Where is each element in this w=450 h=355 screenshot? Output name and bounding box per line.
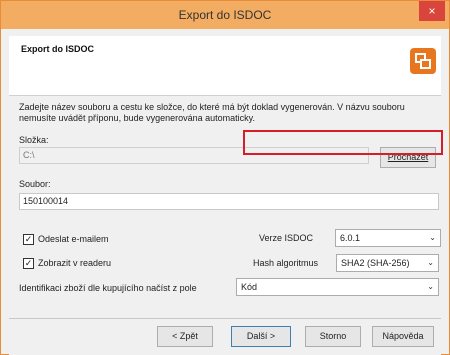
identify-label: Identifikaci zboží dle kupujícího načíst… <box>19 283 197 293</box>
identify-value: Kód <box>241 282 258 292</box>
version-highlight <box>243 130 443 155</box>
close-button[interactable]: × <box>419 1 445 21</box>
version-label: Verze ISDOC <box>259 233 314 243</box>
isdoc-logo-icon <box>410 48 436 74</box>
window-title: Export do ISDOC <box>178 8 272 22</box>
export-dialog: Export do ISDOC × Export do ISDOC Zadejt… <box>0 0 450 355</box>
identify-select[interactable]: Kód ⌄ <box>236 278 439 296</box>
chevron-down-icon: ⌄ <box>429 233 436 242</box>
cancel-button[interactable]: Storno <box>305 326 361 347</box>
chevron-down-icon: ⌄ <box>427 282 434 291</box>
title-bar[interactable]: Export do ISDOC × <box>1 1 449 29</box>
folder-label: Složka: <box>19 135 49 145</box>
show-reader-checkbox[interactable]: ✓ <box>23 258 34 269</box>
header-title: Export do ISDOC <box>21 44 95 54</box>
close-icon: × <box>428 4 436 18</box>
chevron-down-icon: ⌄ <box>427 258 434 267</box>
show-reader-label: Zobrazit v readeru <box>38 258 112 268</box>
version-select[interactable]: 6.0.1 ⌄ <box>335 229 441 247</box>
intro-text: Zadejte název souboru a cestu ke složce,… <box>19 102 405 123</box>
file-label: Soubor: <box>19 179 51 189</box>
button-bar: < Zpět Další > Storno Nápověda <box>9 319 441 355</box>
version-value: 6.0.1 <box>340 233 361 243</box>
hash-select[interactable]: SHA2 (SHA-256) ⌄ <box>336 254 439 272</box>
header-panel: Export do ISDOC <box>9 36 441 96</box>
next-button[interactable]: Další > <box>231 326 291 347</box>
send-email-label: Odeslat e-mailem <box>38 234 109 244</box>
hash-value: SHA2 (SHA-256) <box>341 258 410 268</box>
file-field[interactable]: 150100014 <box>19 193 439 210</box>
send-email-checkbox[interactable]: ✓ <box>23 234 34 245</box>
hash-label: Hash algoritmus <box>253 258 319 268</box>
help-button[interactable]: Nápověda <box>372 326 434 347</box>
back-button[interactable]: < Zpět <box>157 326 213 347</box>
